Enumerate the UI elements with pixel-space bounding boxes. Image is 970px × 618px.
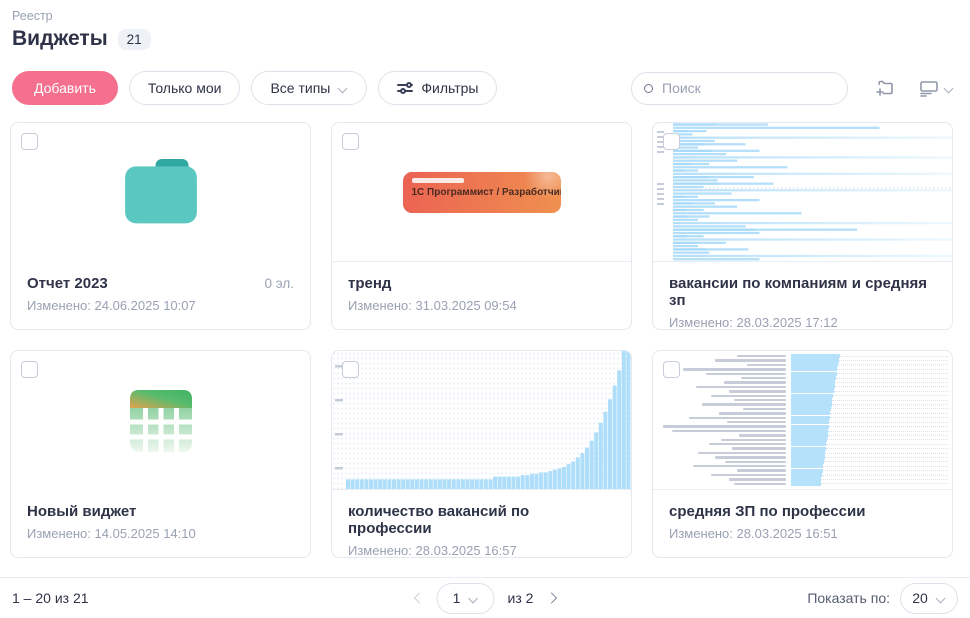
- vbar-chart-thumbnail: [332, 351, 631, 490]
- widget-card-avg-salary-by-profession[interactable]: средняя ЗП по профессии Изменено: 28.03.…: [652, 350, 953, 558]
- widget-modified: Изменено: 28.03.2025 16:57: [348, 543, 615, 558]
- table-icon: [128, 388, 194, 454]
- widget-modified: Изменено: 24.06.2025 10:07: [27, 298, 294, 313]
- widgets-registry-page: Реестр Виджеты 21 Добавить Только мои Вс…: [0, 0, 970, 618]
- title-row: Виджеты 21: [12, 27, 151, 51]
- all-types-dropdown[interactable]: Все типы: [251, 71, 367, 105]
- folder-icon: [115, 151, 207, 235]
- hbar-chart-preview: [653, 123, 952, 261]
- hbar-chart-thumbnail: [653, 123, 952, 262]
- all-types-label: Все типы: [270, 80, 330, 96]
- filters-button[interactable]: Фильтры: [378, 71, 497, 105]
- card-checkbox[interactable]: [663, 133, 680, 150]
- only-mine-button[interactable]: Только мои: [129, 71, 241, 105]
- wedge-chart-preview: [653, 351, 952, 489]
- search-input[interactable]: [662, 80, 835, 96]
- card-checkbox[interactable]: [21, 361, 38, 378]
- filters-label: Фильтры: [421, 80, 478, 96]
- widget-modified: Изменено: 28.03.2025 17:12: [669, 315, 936, 330]
- of-pages-label: из 2: [508, 590, 534, 606]
- search-icon: [644, 84, 653, 93]
- widget-title: вакансии по компаниям и средняя зп: [669, 275, 936, 309]
- page-size-value: 20: [912, 590, 928, 606]
- widget-title: Отчет 2023: [27, 275, 108, 292]
- footer: 1 – 20 из 21 1 из 2 Показать по: 20: [0, 577, 970, 618]
- widget-modified: Изменено: 14.05.2025 14:10: [27, 526, 294, 541]
- widget-card-otchet-2023[interactable]: Отчет 2023 0 эл. Изменено: 24.06.2025 10…: [10, 122, 311, 330]
- wedge-chart-thumbnail: [653, 351, 952, 490]
- page-size-select[interactable]: 20: [900, 583, 958, 614]
- widget-title: Новый виджет: [27, 503, 136, 520]
- widget-card-new-widget[interactable]: Новый виджет Изменено: 14.05.2025 14:10: [10, 350, 311, 558]
- page-title: Виджеты: [12, 27, 108, 51]
- page-select[interactable]: 1: [437, 583, 495, 614]
- widget-card-trend[interactable]: 1С Программист / Разработчик... тренд Из…: [331, 122, 632, 330]
- folder-items-count: 0 эл.: [265, 276, 294, 291]
- widget-title: количество вакансий по профессии: [348, 503, 615, 537]
- folder-plus-icon: [874, 78, 896, 98]
- widget-modified: Изменено: 31.03.2025 09:54: [348, 298, 615, 313]
- chevron-down-icon: [468, 593, 478, 603]
- chevron-down-icon: [338, 83, 348, 93]
- card-info: Новый виджет Изменено: 14.05.2025 14:10: [11, 490, 310, 541]
- table-thumbnail: [11, 351, 310, 490]
- show-by-label: Показать по:: [807, 590, 890, 606]
- show-by: Показать по: 20: [807, 583, 958, 614]
- search-box[interactable]: [631, 72, 848, 105]
- card-info: тренд Изменено: 31.03.2025 09:54: [332, 262, 631, 313]
- widgets-grid: Отчет 2023 0 эл. Изменено: 24.06.2025 10…: [10, 122, 960, 558]
- filter-sliders-icon: [397, 81, 413, 95]
- vbar-chart-preview: [332, 351, 631, 489]
- breadcrumb[interactable]: Реестр: [12, 9, 53, 23]
- card-checkbox[interactable]: [342, 133, 359, 150]
- count-badge: 21: [118, 29, 151, 50]
- card-checkbox[interactable]: [663, 361, 680, 378]
- widget-card-vacancies-by-company[interactable]: вакансии по компаниям и средняя зп Измен…: [652, 122, 953, 330]
- add-button[interactable]: Добавить: [12, 71, 118, 105]
- chevron-down-icon: [944, 83, 954, 93]
- range-label: 1 – 20 из 21: [12, 590, 89, 606]
- widget-title: средняя ЗП по профессии: [669, 503, 865, 520]
- widget-modified: Изменено: 28.03.2025 16:51: [669, 526, 936, 541]
- toolbar: Добавить Только мои Все типы Фильтры: [12, 71, 958, 105]
- prev-page-button[interactable]: [412, 592, 424, 604]
- view-switcher-button[interactable]: [914, 74, 958, 102]
- kpi-thumbnail: 1С Программист / Разработчик...: [332, 123, 631, 262]
- chevron-down-icon: [936, 593, 946, 603]
- kpi-tag-line: [412, 178, 464, 183]
- add-folder-button[interactable]: [870, 74, 900, 102]
- card-view-icon: [918, 78, 940, 98]
- card-info: средняя ЗП по профессии Изменено: 28.03.…: [653, 490, 952, 541]
- card-checkbox[interactable]: [21, 133, 38, 150]
- card-info: вакансии по компаниям и средняя зп Измен…: [653, 262, 952, 330]
- pager: 1 из 2: [412, 583, 559, 614]
- card-info: количество вакансий по профессии Изменен…: [332, 490, 631, 558]
- next-page-button[interactable]: [546, 592, 558, 604]
- widget-card-vacancy-count-by-profession[interactable]: количество вакансий по профессии Изменен…: [331, 350, 632, 558]
- card-checkbox[interactable]: [342, 361, 359, 378]
- card-info: Отчет 2023 0 эл. Изменено: 24.06.2025 10…: [11, 262, 310, 313]
- widget-title: тренд: [348, 275, 391, 292]
- kpi-preview-text: 1С Программист / Разработчик: [412, 187, 561, 198]
- folder-thumbnail: [11, 123, 310, 262]
- page-value: 1: [453, 590, 461, 606]
- kpi-preview-chip: 1С Программист / Разработчик...: [403, 172, 561, 213]
